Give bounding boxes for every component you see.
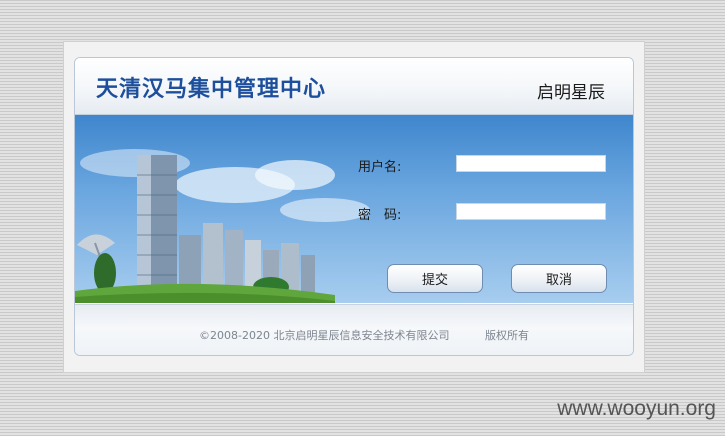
brand-name: 启明星辰 [537, 83, 605, 103]
username-input[interactable] [456, 155, 606, 172]
username-label: 用户名: [358, 160, 402, 175]
rights-text: 版权所有 [485, 329, 529, 342]
cancel-button[interactable]: 取消 [511, 264, 607, 293]
copyright-text: ©2008-2020 北京启明星辰信息安全技术有限公司 [199, 329, 450, 342]
password-label: 密 码: [358, 208, 402, 223]
login-panel: 天清汉马集中管理中心 启明星辰 用户名: 密 码: 提交 取消 ©2008-20… [74, 57, 634, 356]
login-frame: 天清汉马集中管理中心 启明星辰 用户名: 密 码: 提交 取消 ©2008-20… [63, 41, 645, 373]
submit-button[interactable]: 提交 [387, 264, 483, 293]
watermark-text: www.wooyun.org [557, 397, 716, 420]
header-bar: 天清汉马集中管理中心 启明星辰 [75, 58, 633, 115]
footer-bar: ©2008-2020 北京启明星辰信息安全技术有限公司 版权所有 [75, 304, 633, 355]
login-banner: 用户名: 密 码: 提交 取消 [75, 115, 633, 303]
page-title: 天清汉马集中管理中心 [96, 77, 327, 102]
password-input[interactable] [456, 203, 606, 220]
